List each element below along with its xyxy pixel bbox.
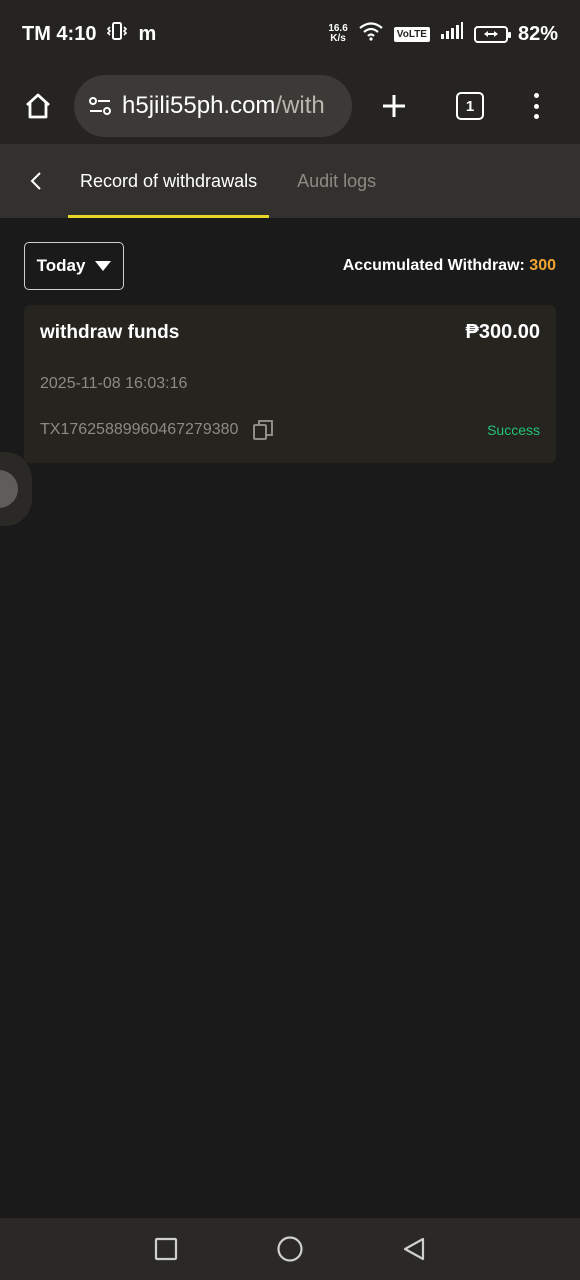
tab-header: Record of withdrawals Audit logs [0,144,580,218]
back-button[interactable] [0,144,72,218]
record-id-wrap: TX17625889960467279380 [40,419,274,441]
floating-ball-icon [0,470,18,508]
battery-percent: 82% [517,22,558,45]
browser-toolbar: h5jili55ph.com/with 1 [0,68,580,144]
home-icon [26,93,50,119]
net-speed: 16.6 K/s [328,23,348,44]
new-tab-button[interactable] [378,90,410,122]
home-button[interactable] [18,86,58,126]
record-amount: ₱300.00 [465,321,540,343]
dot-icon [533,93,539,98]
system-nav-bar [0,1218,580,1280]
screen: TM 4:10 m 16.6 K/s VoLTE 82% h5jili55ph.… [0,0,580,1280]
triangle-back-icon [403,1237,425,1261]
accumulated-label: Accumulated Withdraw: [342,257,525,274]
app-notification-icon: m [138,22,157,45]
circle-icon [277,1236,303,1262]
chevron-left-icon [30,172,41,190]
recents-button[interactable] [152,1235,180,1263]
status-badge: Success [487,422,540,438]
site-settings-icon[interactable] [88,96,112,116]
record-id: TX17625889960467279380 [40,421,239,438]
square-icon [154,1237,178,1261]
record-type: withdraw funds [40,321,180,343]
filter-row: Today Accumulated Withdraw: 300 [24,242,556,290]
record-footer: TX17625889960467279380 Success [40,419,540,441]
more-menu-button[interactable] [530,90,542,122]
date-range-dropdown[interactable]: Today [24,242,124,290]
vibrate-icon [106,21,128,47]
status-time: TM 4:10 [22,22,97,45]
status-bar: TM 4:10 m 16.6 K/s VoLTE 82% [0,0,580,68]
accumulated-value: 300 [529,257,556,274]
tab-record-of-withdrawals[interactable]: Record of withdrawals [68,144,270,218]
tab-switcher-button[interactable]: 1 [456,92,484,120]
accumulated-withdraw: Accumulated Withdraw: 300 [343,257,556,275]
back-nav-button[interactable] [400,1235,428,1263]
volte-badge: VoLTE [393,26,430,42]
withdrawal-record-card[interactable]: withdraw funds ₱300.00 2025-11-08 16:03:… [24,305,556,463]
wifi-icon [358,21,384,47]
battery-icon [473,25,511,43]
status-right: 16.6 K/s VoLTE 82% [328,21,558,47]
date-range-label: Today [36,256,86,275]
floating-assistant-handle[interactable] [0,452,32,526]
home-nav-button[interactable] [276,1235,304,1263]
tab-audit-logs[interactable]: Audit logs [297,144,376,218]
address-bar[interactable]: h5jili55ph.com/with [74,75,352,137]
url-text: h5jili55ph.com/with [122,92,325,119]
dot-icon [533,103,539,109]
plus-icon [383,95,405,117]
signal-icon [440,22,464,46]
status-left: TM 4:10 m [22,21,156,47]
record-time: 2025-11-08 16:03:16 [40,375,188,392]
dot-icon [533,114,539,119]
record-header: withdraw funds ₱300.00 [40,321,540,344]
caret-down-icon [95,261,112,271]
copy-icon[interactable] [252,419,274,441]
